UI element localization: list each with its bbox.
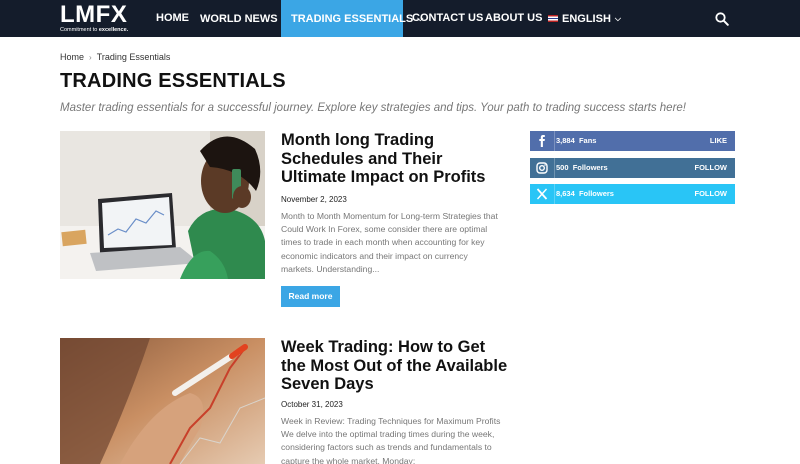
facebook-count-value: 3,884 bbox=[556, 136, 575, 145]
social-divider bbox=[554, 184, 555, 204]
article-2-date: October 31, 2023 bbox=[281, 400, 343, 409]
article-1-date: November 2, 2023 bbox=[281, 195, 347, 204]
nav-trading-essentials[interactable]: TRADING ESSENTIALS ⌵ bbox=[281, 0, 423, 37]
breadcrumb: Home › Trading Essentials bbox=[60, 52, 170, 62]
facebook-count: 3,884 Fans bbox=[556, 131, 596, 151]
breadcrumb-separator-icon: › bbox=[89, 53, 92, 62]
instagram-icon bbox=[536, 162, 548, 174]
instagram-count-value: 500 bbox=[556, 163, 569, 172]
chevron-down-icon: ⌵ bbox=[614, 14, 621, 23]
facebook-social-counter[interactable]: 3,884 Fans LIKE bbox=[530, 131, 735, 151]
nav-world-news-label: WORLD NEWS bbox=[200, 13, 278, 25]
facebook-icon bbox=[539, 135, 545, 147]
logo-text: LMFX bbox=[60, 1, 128, 28]
x-follow-button[interactable]: FOLLOW bbox=[695, 184, 728, 204]
logo-tagline: Commitment to excellence. bbox=[60, 27, 128, 33]
breadcrumb-current: Trading Essentials bbox=[96, 52, 171, 62]
article-2-excerpt: Week in Review: Trading Techniques for M… bbox=[281, 416, 501, 464]
article-2-thumbnail[interactable] bbox=[60, 338, 265, 464]
instagram-count: 500 Followers bbox=[556, 158, 608, 178]
instagram-count-unit: Followers bbox=[572, 163, 608, 172]
nav-about-us[interactable]: ABOUT US bbox=[485, 0, 542, 37]
instagram-social-counter[interactable]: 500 Followers FOLLOW bbox=[530, 158, 735, 178]
nav-world-news[interactable]: WORLD NEWS⌵ bbox=[200, 0, 288, 37]
nav-about-us-label: ABOUT US bbox=[485, 12, 543, 24]
x-social-counter[interactable]: 8,634 Followers FOLLOW bbox=[530, 184, 735, 204]
instagram-follow-button[interactable]: FOLLOW bbox=[695, 158, 728, 178]
read-more-button[interactable]: Read more bbox=[281, 286, 340, 307]
top-navigation-bar: LMFX Commitment to excellence. HOME WORL… bbox=[0, 0, 800, 37]
article-1-title[interactable]: Month long Trading Schedules and Their U… bbox=[281, 131, 511, 187]
article-1-excerpt: Month to Month Momentum for Long-term St… bbox=[281, 211, 498, 274]
nav-language-label: ENGLISH bbox=[562, 13, 611, 25]
nav-language-english[interactable]: ENGLISH ⌵ bbox=[548, 0, 621, 37]
social-divider bbox=[554, 131, 555, 151]
lmfx-logo[interactable]: LMFX Commitment to excellence. bbox=[60, 1, 135, 34]
x-count-unit: Followers bbox=[578, 189, 614, 198]
x-count: 8,634 Followers bbox=[556, 184, 614, 204]
nav-contact-us[interactable]: CONTACT US bbox=[412, 0, 483, 37]
article-2-title[interactable]: Week Trading: How to Get the Most Out of… bbox=[281, 338, 511, 394]
nav-home[interactable]: HOME bbox=[156, 0, 189, 37]
breadcrumb-home-link[interactable]: Home bbox=[60, 52, 84, 62]
nav-home-label: HOME bbox=[156, 12, 189, 24]
search-icon[interactable] bbox=[715, 12, 729, 26]
social-divider bbox=[554, 158, 555, 178]
facebook-count-unit: Fans bbox=[578, 136, 597, 145]
page-title: TRADING ESSENTIALS bbox=[60, 70, 286, 92]
facebook-like-button[interactable]: LIKE bbox=[710, 131, 727, 151]
nav-trading-essentials-label: TRADING ESSENTIALS bbox=[291, 13, 414, 25]
x-count-value: 8,634 bbox=[556, 189, 575, 198]
x-icon bbox=[536, 188, 548, 200]
logo-tagline-prefix: Commitment to bbox=[60, 27, 99, 33]
page-subtitle: Master trading essentials for a successf… bbox=[60, 102, 686, 114]
nav-contact-us-label: CONTACT US bbox=[412, 12, 484, 24]
logo-tagline-bold: excellence. bbox=[98, 27, 129, 33]
uk-flag-icon bbox=[548, 15, 558, 22]
article-1-thumbnail[interactable] bbox=[60, 131, 265, 279]
